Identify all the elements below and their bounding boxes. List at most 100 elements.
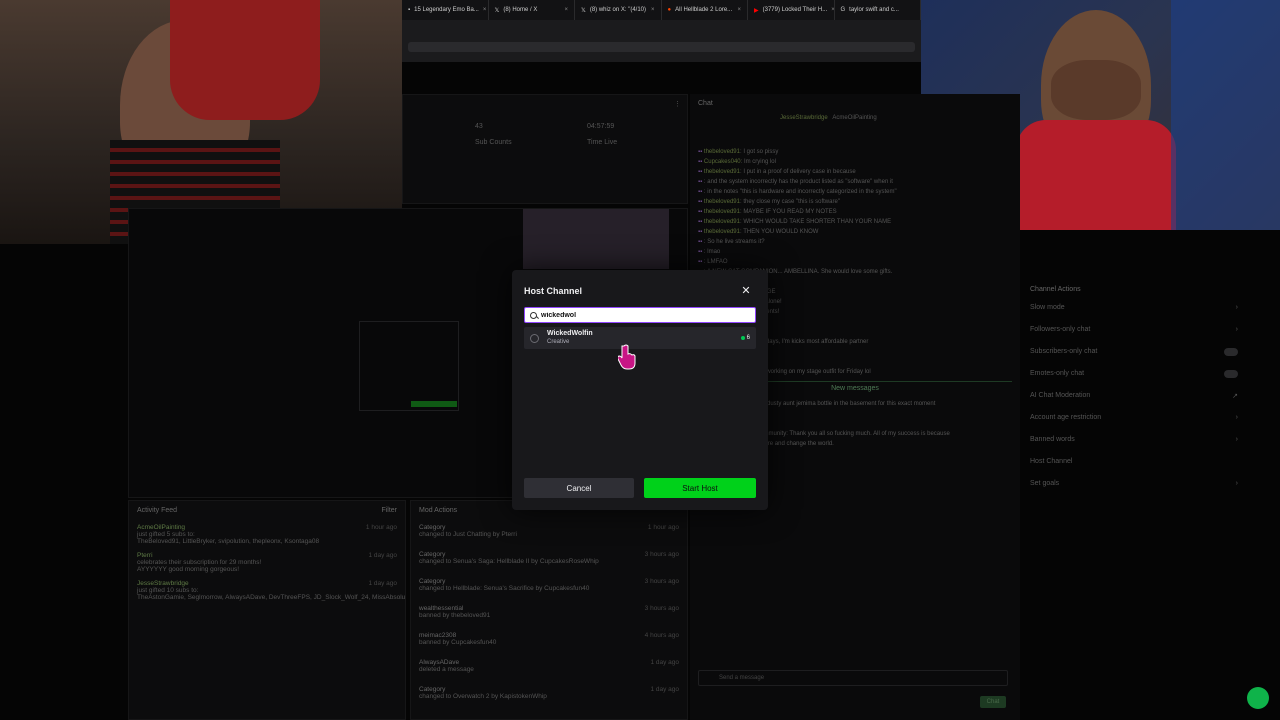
red-jersey — [1016, 120, 1176, 230]
result-category: Creative — [547, 339, 570, 345]
channel-search-input[interactable] — [541, 311, 741, 319]
chat-message: ▪▪ thebeloved91: WHICH WOULD TAKE SHORTE… — [698, 219, 892, 225]
mod-name[interactable]: Category — [419, 551, 679, 558]
feed-time: 1 hour ago — [365, 524, 397, 531]
browser-tab[interactable]: ▶ (3779) Locked Their H... × — [748, 0, 835, 20]
floating-action-button[interactable] — [1247, 687, 1269, 709]
close-icon[interactable]: ✕ — [741, 286, 751, 297]
mod-time: 4 hours ago — [644, 632, 679, 639]
mod-time: 1 day ago — [650, 686, 679, 693]
close-tab-icon[interactable]: × — [564, 7, 568, 13]
chat-username[interactable]: thebeloved91 — [704, 219, 740, 225]
chat-text: Im crying lol — [743, 159, 776, 165]
reddit-icon: ● — [667, 7, 672, 13]
search-result-item[interactable]: WickedWolfin Creative 6 — [524, 327, 756, 349]
mod-name[interactable]: wealthessential — [419, 605, 679, 612]
channel-action-followers-only-chat[interactable]: Followers-only chat › — [1022, 321, 1246, 343]
toggle-switch[interactable] — [1224, 370, 1238, 378]
mod-actions-pane: Mod Actions 1 hour ago Category changed to… — [410, 500, 688, 720]
activity-feed-header: Activity Feed Filter — [129, 501, 405, 520]
chat-username[interactable]: thebeloved91 — [704, 229, 740, 235]
channel-action-slow-mode[interactable]: Slow mode › — [1022, 299, 1246, 321]
mod-action-item: 3 hours ago Category changed to Hellblade:… — [411, 574, 687, 601]
browser-tab[interactable]: 𝕏 (8) whiz on X: "(4/10) × — [575, 0, 662, 20]
feed-name[interactable]: JesseStrawbridge — [137, 580, 397, 587]
mod-name[interactable]: AlwaysADave — [419, 659, 679, 666]
chat-text: and the system incorrectly has the produ… — [707, 179, 893, 185]
channel-actions-list: Slow mode › Followers-only chat › Subscriber… — [1022, 299, 1246, 497]
pinned-user: JesseStrawbridge — [780, 115, 828, 121]
chat-message: ▪▪ thebeloved91: they close my case "thi… — [698, 199, 840, 205]
channel-action-ai-chat-moderation[interactable]: AI Chat Moderation ↗ — [1022, 387, 1246, 409]
channel-action-subscribers-only-chat[interactable]: Subscribers-only chat — [1022, 343, 1246, 365]
page-icon: ▪ — [408, 7, 411, 13]
chevron-right-icon: › — [1235, 436, 1238, 443]
mod-name[interactable]: Category — [419, 524, 679, 531]
feed-time: 1 day ago — [368, 552, 397, 559]
tab-title: (8) whiz on X: "(4/10) — [589, 7, 646, 13]
chat-username[interactable]: thebeloved91 — [704, 149, 740, 155]
feed-name[interactable]: AcmeOilPainting — [137, 524, 397, 531]
mod-detail: changed to Overwatch 2 by KapistokenWhip — [419, 693, 547, 700]
mod-name[interactable]: meimac2308 — [419, 632, 679, 639]
mod-name[interactable]: Category — [419, 578, 679, 585]
chat-send-button[interactable]: Chat — [980, 696, 1006, 708]
live-dot-icon — [740, 336, 745, 340]
channel-action-label: Account age restriction — [1030, 414, 1102, 421]
start-host-button[interactable]: Start Host — [644, 478, 756, 498]
chat-username[interactable]: Cupcakes040 — [704, 159, 741, 165]
feed-extra: AYYYYYY good morning gorgeous! — [137, 566, 240, 573]
browser-tab[interactable]: Gtaylor swift and c... — [835, 0, 921, 20]
close-tab-icon[interactable]: × — [737, 7, 741, 13]
address-bar[interactable] — [408, 42, 915, 52]
activity-feed-item: 1 day ago Pterri celebrates their subscrip… — [129, 548, 405, 576]
mod-action-item: 4 hours ago meimac2308 banned by Cupcakesf… — [411, 628, 687, 655]
browser-tab[interactable]: 𝕏 (8) Home / X × — [489, 0, 575, 20]
more-options-icon[interactable]: ⋮ — [674, 100, 681, 108]
mod-name[interactable]: Category — [419, 686, 679, 693]
feed-detail: just gifted 5 subs to: — [137, 531, 195, 538]
chat-input[interactable]: Send a message — [698, 670, 1008, 686]
channel-action-host-channel[interactable]: Host Channel — [1022, 453, 1246, 475]
chat-message: ▪▪ : So he live streams it? — [698, 239, 765, 245]
feed-time: 1 day ago — [368, 580, 397, 587]
filter-button[interactable]: Filter — [381, 507, 397, 514]
channel-action-label: Banned words — [1030, 436, 1075, 443]
chat-username[interactable]: thebeloved91 — [704, 199, 740, 205]
chat-message: ▪▪ Cupcakes040: Im crying lol — [698, 159, 776, 165]
sub-count-label: Sub Counts — [475, 139, 512, 146]
mod-time: 1 day ago — [650, 659, 679, 666]
chat-text: they close my case "this is software" — [743, 199, 840, 205]
feed-name[interactable]: Pterri — [137, 552, 397, 559]
channel-action-label: Followers-only chat — [1030, 326, 1091, 333]
channel-action-label: Set goals — [1030, 480, 1060, 487]
activity-feed-item: 1 day ago JesseStrawbridge just gifted 10 … — [129, 576, 405, 604]
mod-detail: changed to Just Chatting by Pterri — [419, 531, 517, 538]
browser-tab[interactable]: ● All Hellblade 2 Lore... × — [662, 0, 748, 20]
chat-message: ▪▪ : in the notes "this is hardware and … — [698, 189, 897, 195]
browser-tab[interactable]: ▪ 15 Legendary Emo Ba... × — [402, 0, 489, 20]
channel-search-field[interactable] — [524, 307, 756, 323]
beard — [1051, 60, 1141, 120]
mod-action-item: 3 hours ago wealthessential banned by theb… — [411, 601, 687, 628]
channel-action-account-age-restriction[interactable]: Account age restriction › — [1022, 409, 1246, 431]
chevron-right-icon: › — [1235, 414, 1238, 421]
badge-icon: ▪▪ — [698, 249, 704, 255]
youtube-icon: ▶ — [754, 7, 759, 14]
chat-username[interactable]: thebeloved91 — [704, 209, 740, 215]
channel-action-emotes-only-chat[interactable]: Emotes-only chat — [1022, 365, 1246, 387]
close-tab-icon[interactable]: × — [651, 7, 655, 13]
channel-action-set-goals[interactable]: Set goals › — [1022, 475, 1246, 497]
toggle-switch[interactable] — [1224, 348, 1238, 356]
channel-action-label: Host Channel — [1030, 458, 1073, 465]
channel-action-banned-words[interactable]: Banned words › — [1022, 431, 1246, 453]
viewer-count: 6 — [740, 335, 750, 341]
chat-message: ▪▪ thebeloved91: I put in a proof of del… — [698, 169, 856, 175]
cancel-button[interactable]: Cancel — [524, 478, 634, 498]
chat-username[interactable]: thebeloved91 — [704, 169, 740, 175]
red-chair — [170, 0, 320, 120]
close-tab-icon[interactable]: × — [483, 7, 487, 13]
chat-text: I have a dusty aunt jemima bottle in the… — [743, 401, 936, 407]
chat-title: Chat — [698, 100, 713, 107]
chat-text: lmao — [707, 249, 721, 255]
